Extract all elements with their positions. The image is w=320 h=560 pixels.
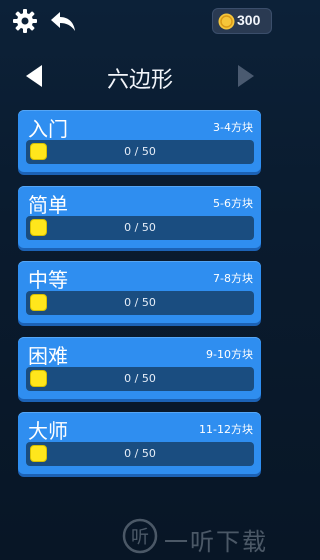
progress-text: 0 / 50 — [124, 145, 156, 158]
back-arrow-icon[interactable] — [48, 6, 78, 36]
level-card-hard[interactable]: 困难 9-10方块 0 / 50 — [18, 337, 261, 399]
progress-bar: 0 / 50 — [26, 367, 254, 391]
level-name: 大师 — [28, 419, 68, 443]
watermark: 听 一听下载 — [116, 514, 280, 560]
level-card-medium[interactable]: 中等 7-8方块 0 / 50 — [18, 261, 261, 323]
previous-arrow-icon[interactable] — [24, 64, 44, 88]
level-name: 困难 — [28, 344, 68, 368]
next-arrow-icon[interactable] — [236, 64, 256, 88]
gear-icon[interactable] — [10, 6, 40, 36]
coin-balance: 300 — [212, 8, 272, 34]
svg-text:听: 听 — [131, 527, 149, 548]
watermark-logo-icon: 听 — [122, 518, 158, 554]
page-title: 六边形 — [106, 68, 173, 93]
top-bar: 300 — [0, 0, 280, 44]
coin-count: 300 — [237, 12, 261, 28]
progress-text: 0 / 50 — [124, 447, 156, 460]
level-range: 3-4方块 — [213, 121, 253, 134]
coin-icon — [218, 13, 235, 30]
level-name: 中等 — [28, 268, 68, 292]
watermark-text: 一听下载 — [164, 528, 268, 556]
progress-text: 0 / 50 — [124, 221, 156, 234]
level-range: 9-10方块 — [206, 348, 253, 361]
level-name: 入门 — [28, 117, 68, 141]
progress-bar: 0 / 50 — [26, 140, 254, 164]
progress-bar: 0 / 50 — [26, 216, 254, 240]
level-range: 5-6方块 — [213, 197, 253, 210]
level-card-easy[interactable]: 简单 5-6方块 0 / 50 — [18, 186, 261, 248]
title-bar: 六边形 — [0, 52, 280, 100]
level-name: 简单 — [28, 193, 68, 217]
progress-text: 0 / 50 — [124, 372, 156, 385]
progress-bar: 0 / 50 — [26, 291, 254, 315]
progress-bar: 0 / 50 — [26, 442, 254, 466]
level-range: 11-12方块 — [199, 423, 253, 436]
level-range: 7-8方块 — [213, 272, 253, 285]
level-card-master[interactable]: 大师 11-12方块 0 / 50 — [18, 412, 261, 474]
level-card-beginner[interactable]: 入门 3-4方块 0 / 50 — [18, 110, 261, 172]
progress-text: 0 / 50 — [124, 296, 156, 309]
